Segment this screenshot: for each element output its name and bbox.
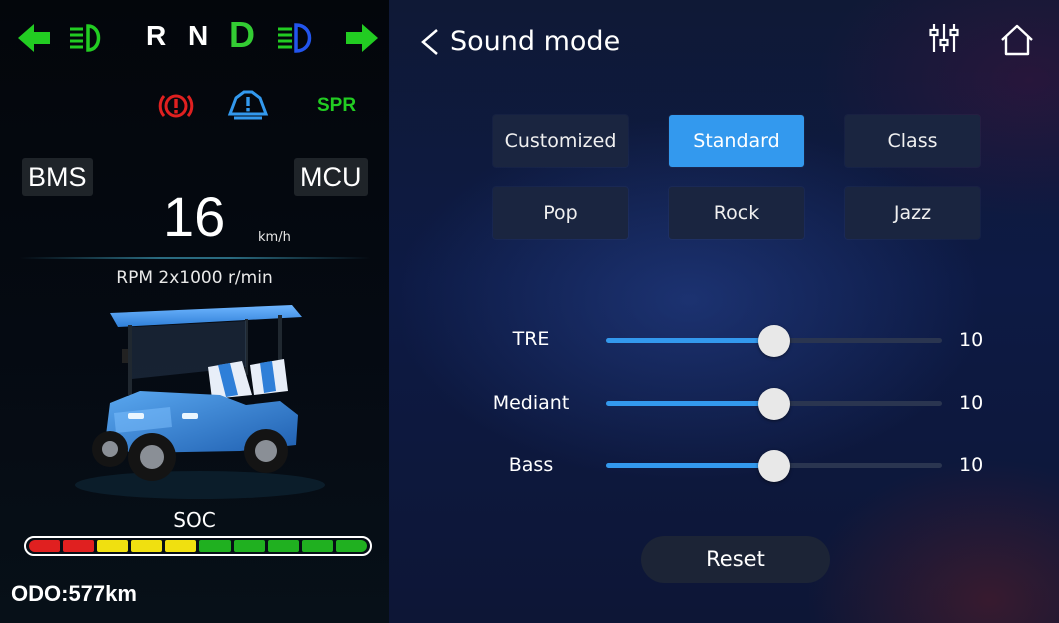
tire-pressure-icon: [227, 90, 269, 120]
treble-label: TRE: [512, 328, 550, 350]
indicator-row: R N D: [16, 14, 386, 62]
treble-slider-fill: [606, 338, 774, 343]
instrument-cluster: R N D SPR BMS MCU 16 km/h RPM 2x1000 r/m…: [0, 0, 389, 623]
golf-cart-image: [75, 305, 325, 499]
soc-segment: [267, 540, 299, 552]
soc-segment: [301, 540, 333, 552]
spr-indicator: SPR: [317, 95, 357, 116]
equalizer-icon[interactable]: [927, 20, 961, 56]
sound-mode-panel: Sound mode Customized Standard Class Pop…: [389, 0, 1059, 623]
soc-segment: [335, 540, 367, 552]
bms-button[interactable]: BMS: [22, 158, 93, 196]
mediant-slider[interactable]: [606, 388, 942, 420]
soc-segment: [199, 540, 231, 552]
left-turn-signal-icon: [18, 24, 50, 52]
page-title: Sound mode: [450, 26, 621, 57]
back-chevron-icon[interactable]: [415, 24, 445, 60]
mode-rock-button[interactable]: Rock: [669, 187, 804, 239]
soc-segment: [131, 540, 163, 552]
gear-n: N: [188, 20, 209, 51]
gear-d-active: D: [229, 14, 255, 55]
divider: [20, 257, 370, 259]
home-icon[interactable]: [998, 22, 1036, 58]
soc-segment: [233, 540, 265, 552]
mode-jazz-button[interactable]: Jazz: [845, 187, 980, 239]
reset-button[interactable]: Reset: [641, 536, 830, 583]
treble-value: 10: [959, 329, 984, 351]
odometer: ODO:577km: [11, 581, 137, 606]
mcu-button[interactable]: MCU: [294, 158, 368, 196]
bass-slider-knob[interactable]: [758, 450, 790, 482]
soc-segment: [165, 540, 197, 552]
soc-battery-bar: [24, 536, 372, 556]
soc-segment: [29, 540, 61, 552]
mediant-slider-fill: [606, 401, 774, 406]
mode-pop-button[interactable]: Pop: [493, 187, 628, 239]
gear-r: R: [146, 20, 167, 51]
low-beam-icon: [70, 24, 101, 52]
bass-slider[interactable]: [606, 450, 942, 482]
right-turn-signal-icon: [346, 24, 378, 52]
speed-unit: km/h: [258, 230, 291, 245]
mode-customized-button[interactable]: Customized: [493, 115, 628, 167]
soc-label: SOC: [173, 508, 216, 532]
mediant-slider-knob[interactable]: [758, 388, 790, 420]
treble-slider-knob[interactable]: [758, 325, 790, 357]
bass-slider-fill: [606, 463, 774, 468]
high-beam-icon: [278, 23, 312, 53]
rpm-readout: RPM 2x1000 r/min: [116, 268, 273, 288]
brake-warning-icon: [158, 94, 194, 118]
treble-slider[interactable]: [606, 325, 942, 357]
mediant-value: 10: [959, 392, 984, 414]
mode-class-button[interactable]: Class: [845, 115, 980, 167]
speed-readout: 16: [163, 185, 226, 248]
mediant-label: Mediant: [492, 392, 570, 414]
bass-label: Bass: [508, 454, 554, 476]
soc-segment: [97, 540, 129, 552]
bass-value: 10: [959, 454, 984, 476]
mode-standard-button[interactable]: Standard: [669, 115, 804, 167]
soc-segment: [63, 540, 95, 552]
